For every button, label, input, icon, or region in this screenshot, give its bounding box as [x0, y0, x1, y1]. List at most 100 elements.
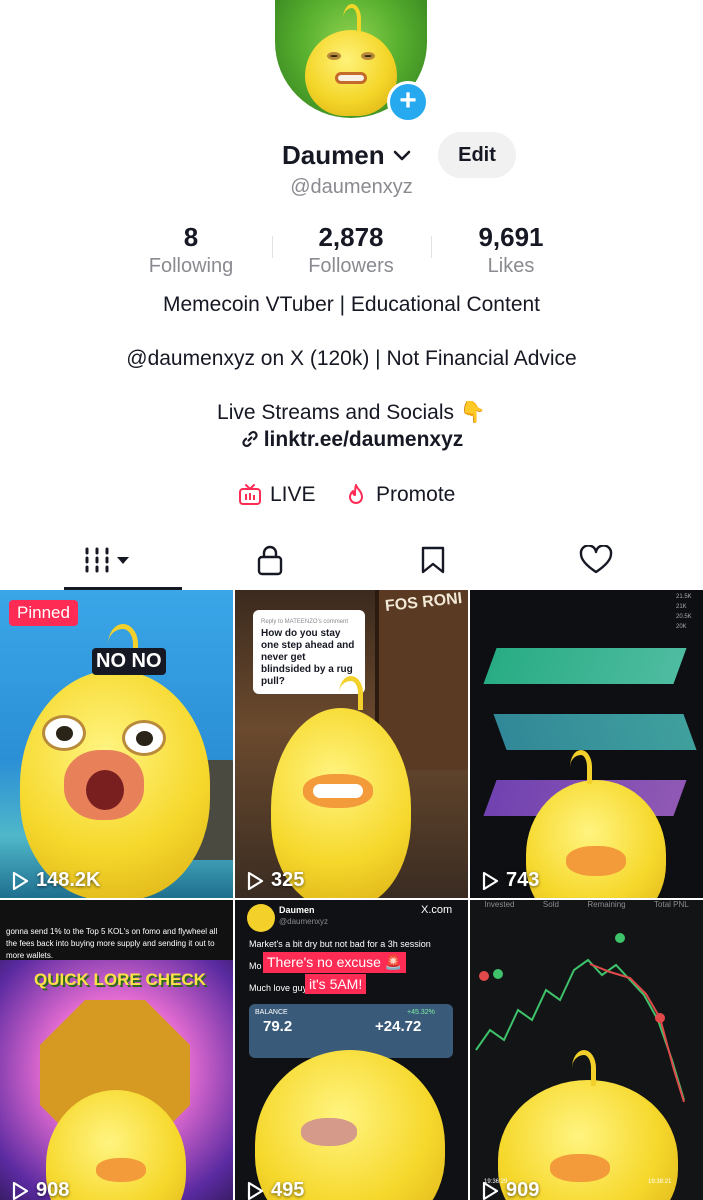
play-icon	[482, 871, 499, 890]
chevron-down-icon[interactable]	[392, 146, 412, 166]
profile-tabs	[0, 530, 703, 590]
video-text: gonna send 1% to the Top 5 KOL's on fomo…	[6, 927, 218, 960]
chart-header-label: Remaining	[587, 900, 626, 909]
tab-private[interactable]	[197, 530, 342, 590]
play-icon	[247, 1181, 264, 1200]
chevron-down-icon	[116, 557, 129, 564]
username-handle: @daumenxyz	[0, 176, 703, 199]
logo-bar	[493, 714, 697, 750]
bio-link[interactable]: linktr.ee/daumenxyz	[0, 428, 703, 452]
logo-bar	[483, 648, 687, 684]
play-icon	[482, 1181, 499, 1200]
duck-tuft	[572, 1050, 596, 1086]
stat-label: Likes	[487, 255, 535, 277]
view-count-text: 148.2K	[36, 869, 101, 891]
duck-beak	[301, 1118, 357, 1146]
profile-name-row: Daumen Edit	[0, 132, 703, 178]
bio-line: Live Streams and Socials 👇	[217, 401, 486, 424]
avatar-duck-eye	[361, 52, 375, 60]
stat-value: 8	[183, 222, 199, 252]
axis-tick: 20K	[676, 624, 687, 630]
chart-header: Invested Sold Remaining Total PNL	[470, 900, 703, 916]
stat-label: Followers	[308, 255, 394, 277]
post-name: Daumen	[279, 905, 315, 915]
play-icon	[12, 1181, 29, 1200]
duck-beak	[550, 1154, 610, 1182]
promote-button[interactable]: Promote	[344, 478, 455, 512]
profile-actions: LIVE Promote	[0, 478, 703, 512]
post-handle: @daumenxyz	[279, 917, 329, 926]
view-count-text: 908	[36, 1179, 70, 1200]
bookmark-icon	[421, 546, 444, 574]
post-text-prefix: Mo	[249, 961, 262, 971]
video-thumbnail[interactable]: FOS RONI Reply to MATEENZO's comment How…	[235, 590, 468, 898]
video-thumbnail[interactable]: gonna send 1% to the Top 5 KOL's on fomo…	[0, 900, 233, 1200]
view-count-text: 909	[506, 1179, 540, 1200]
view-count: 908	[10, 1179, 69, 1200]
view-count: 495	[245, 1179, 304, 1200]
video-grid: Pinned NO NO 148.2K FOS RONI Reply to MA…	[0, 590, 703, 1200]
balance-value: 79.2	[263, 1018, 293, 1035]
view-count: 325	[245, 869, 304, 892]
video-thumbnail[interactable]: 21.5K 21K 20.5K 20K 743	[470, 590, 703, 898]
overlay-text: There's no excuse 🚨	[263, 952, 407, 973]
video-caption: NO NO	[92, 648, 166, 675]
edit-profile-button[interactable]: Edit	[438, 132, 516, 178]
chart-header-label: Sold	[542, 900, 559, 909]
bio-link-text: linktr.ee/daumenxyz	[263, 428, 464, 451]
tab-videos[interactable]	[36, 530, 182, 590]
stat-following[interactable]: 8 Following	[111, 222, 271, 278]
stat-label: Following	[148, 255, 234, 277]
tab-favorites[interactable]	[360, 530, 505, 590]
pnl-value: +24.72	[375, 1018, 422, 1035]
stat-value: 9,691	[478, 222, 544, 252]
stat-likes[interactable]: 9,691 Likes	[431, 222, 591, 278]
duck-mouth	[86, 770, 124, 810]
view-count: 148.2K	[10, 869, 101, 892]
heart-icon	[579, 545, 612, 574]
axis-tick: 21.5K	[676, 594, 692, 600]
stat-value: 2,878	[318, 222, 384, 252]
post-site: X.com	[421, 904, 453, 916]
view-count: 909	[480, 1179, 539, 1200]
duck-tuft	[339, 676, 363, 710]
stat-followers[interactable]: 2,878 Followers	[271, 222, 431, 278]
chart-header-label: Invested	[484, 900, 515, 909]
post-text-line: Much love guy	[249, 983, 308, 993]
display-name[interactable]: Daumen	[282, 140, 385, 171]
grid-icon	[85, 547, 129, 573]
view-count-text: 325	[271, 869, 305, 891]
chart-header-label: Total PNL	[654, 900, 689, 909]
avatar-duck-mouth	[335, 72, 367, 84]
view-count-text: 743	[506, 869, 540, 891]
play-icon	[12, 871, 29, 890]
lock-icon	[257, 545, 282, 576]
video-banner: QUICK LORE CHECK	[34, 970, 206, 989]
overlay-text: it's 5AM!	[305, 974, 367, 994]
play-icon	[247, 871, 264, 890]
video-thumbnail[interactable]: Pinned NO NO 148.2K	[0, 590, 233, 898]
view-count: 743	[480, 869, 539, 892]
post-text: Market's a bit dry but not bad for a 3h …	[249, 939, 431, 949]
video-thumbnail[interactable]: Daumen @daumenxyz X.com Market's a bit d…	[235, 900, 468, 1200]
view-count-text: 495	[271, 1179, 305, 1200]
bio-line: @daumenxyz on X (120k) | Not Financial A…	[126, 347, 577, 370]
duck-teeth	[313, 784, 363, 798]
live-label: LIVE	[270, 483, 316, 506]
live-button[interactable]: LIVE	[238, 478, 316, 512]
chart-time: 19:38:21	[648, 1179, 672, 1185]
pnl-percent: +45.32%	[407, 1009, 435, 1016]
duck-beak	[566, 846, 626, 876]
duck-eye	[42, 715, 86, 751]
promote-label: Promote	[376, 483, 456, 506]
add-story-plus-icon[interactable]: +	[387, 81, 429, 123]
comment-header: Reply to MATEENZO's comment	[261, 619, 349, 625]
profile-stats: 8 Following 2,878 Followers 9,691 Likes	[0, 222, 703, 282]
duck-tuft	[570, 750, 592, 784]
avatar-duck-eye	[327, 52, 341, 60]
tab-liked[interactable]	[523, 530, 668, 590]
video-thumbnail[interactable]: Invested Sold Remaining Total PNL 19:36:…	[470, 900, 703, 1200]
flame-icon	[349, 484, 363, 504]
post-avatar	[247, 904, 275, 932]
duck-eye	[122, 720, 166, 756]
